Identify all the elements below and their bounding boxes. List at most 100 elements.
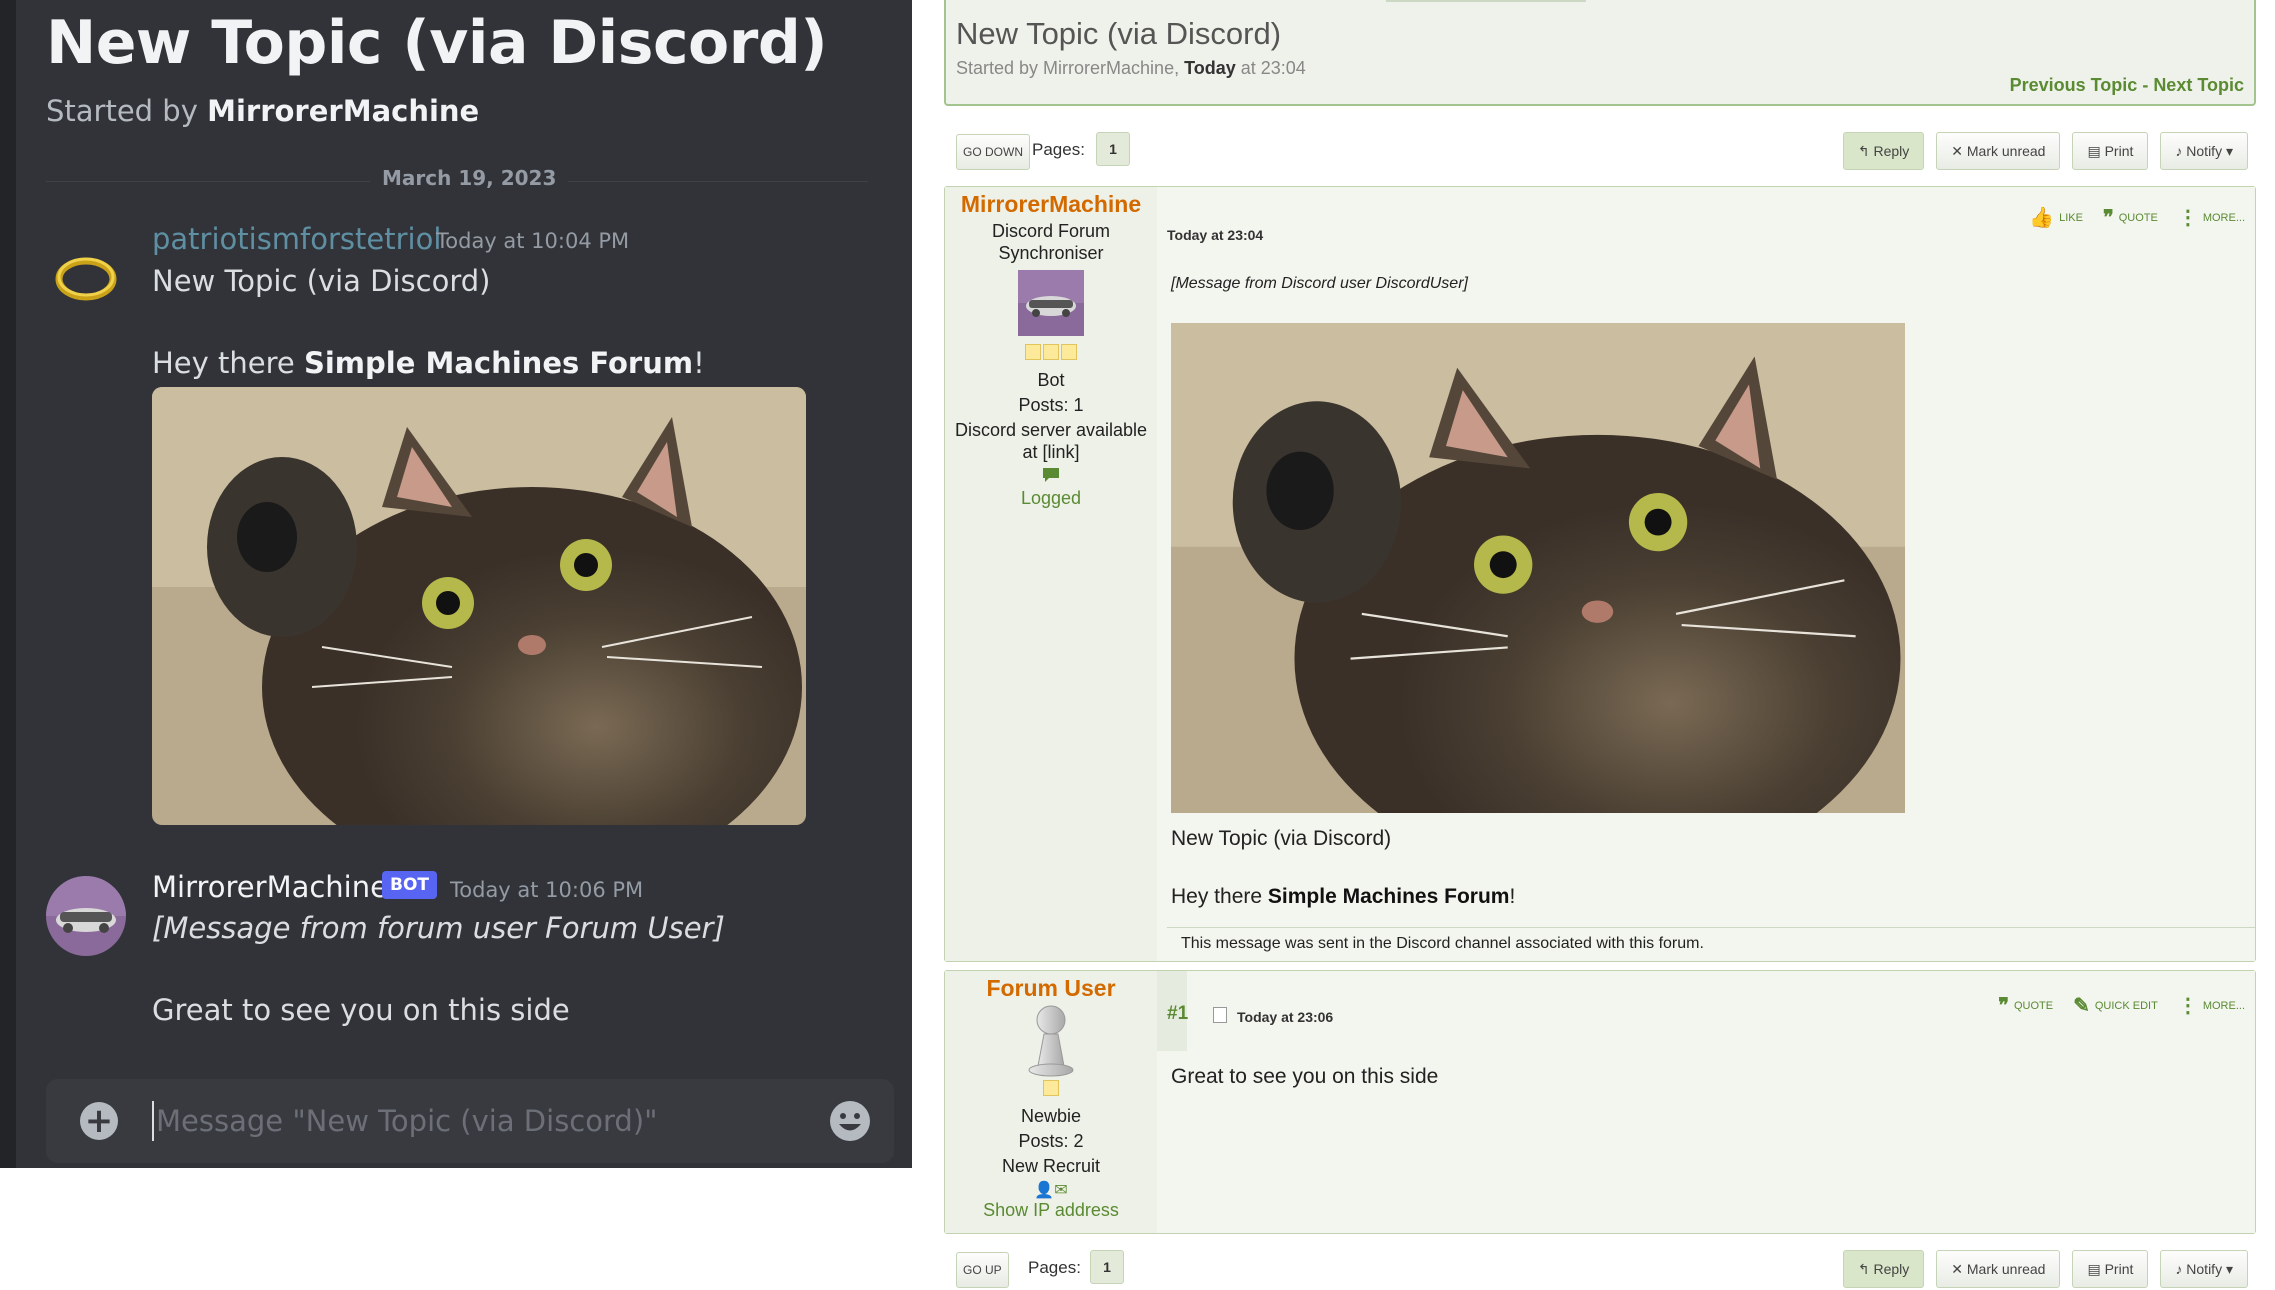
message-timestamp: Today at 10:06 PM bbox=[450, 878, 644, 902]
member-avatar[interactable] bbox=[1018, 270, 1084, 336]
notify-label: Notify bbox=[2186, 143, 2223, 159]
bot-avatar[interactable] bbox=[46, 876, 126, 956]
user-silhouette-icon bbox=[1028, 1005, 1074, 1077]
post-author-name[interactable]: Forum User bbox=[945, 975, 1157, 1002]
emoji-picker-icon[interactable] bbox=[828, 1099, 872, 1143]
chevron-down-icon: ▾ bbox=[2222, 143, 2233, 159]
post-body-segment: Hey there bbox=[1171, 885, 1268, 908]
topic-navigation: Previous Topic - Next Topic bbox=[2010, 75, 2244, 96]
message-author[interactable]: MirrorerMachine bbox=[152, 870, 388, 904]
machine-avatar-icon bbox=[1018, 270, 1084, 336]
notify-label: Notify bbox=[2186, 1261, 2223, 1277]
rank-stars bbox=[945, 1080, 1157, 1101]
reply-button[interactable]: ↰ Reply bbox=[1842, 132, 1925, 170]
add-attachment-icon[interactable]: + bbox=[80, 1102, 118, 1140]
post-timestamp: Today at 23:06 bbox=[1237, 1009, 1334, 1025]
topic-title: New Topic (via Discord) bbox=[956, 16, 1282, 51]
printer-icon: ▤ bbox=[2087, 143, 2105, 159]
thread-title: New Topic (via Discord) bbox=[46, 8, 828, 78]
notify-button[interactable]: ♪ Notify ▾ bbox=[2160, 132, 2248, 170]
member-rank: New Recruit bbox=[1001, 1156, 1101, 1176]
message-text-line: Hey there Simple Machines Forum! bbox=[152, 346, 705, 380]
reply-button[interactable]: ↰ Reply bbox=[1842, 1250, 1925, 1288]
like-button[interactable]: 👍 LIKE bbox=[2029, 205, 2083, 230]
pm-icon[interactable] bbox=[945, 467, 1157, 488]
message-composer: + bbox=[46, 1079, 894, 1163]
notify-button[interactable]: ♪ Notify ▾ bbox=[2160, 1250, 2248, 1288]
more-button[interactable]: ⋮ MORE... bbox=[2178, 205, 2245, 230]
next-topic-link[interactable]: Next Topic bbox=[2153, 75, 2244, 95]
previous-topic-link[interactable]: Previous Topic bbox=[2010, 75, 2138, 95]
cat-image-attachment[interactable] bbox=[152, 387, 806, 825]
message-timestamp: Today at 10:04 PM bbox=[436, 229, 630, 253]
email-icon[interactable]: ✉ bbox=[1054, 1182, 1067, 1199]
more-button[interactable]: ⋮ MORE... bbox=[2178, 993, 2245, 1018]
message-text-line: New Topic (via Discord) bbox=[152, 264, 491, 298]
mark-unread-button[interactable]: ✕ Mark unread bbox=[1936, 1250, 2061, 1288]
quote-label: QUOTE bbox=[2013, 999, 2054, 1012]
go-down-button[interactable]: GO DOWN bbox=[956, 134, 1030, 170]
message-author[interactable]: patriotismforstetriol bbox=[152, 222, 441, 256]
mark-unread-button[interactable]: ✕ Mark unread bbox=[1936, 132, 2061, 170]
member-post-count: Posts: 2 bbox=[1018, 1131, 1084, 1151]
go-up-button[interactable]: GO UP bbox=[956, 1252, 1009, 1288]
cat-photo bbox=[152, 387, 806, 825]
pagination-bar-bottom: GO UP Pages: 1 ↰ Reply ✕ Mark unread ▤ P… bbox=[944, 1250, 2256, 1290]
print-label: Print bbox=[2104, 1261, 2134, 1277]
started-by-day: Today bbox=[1184, 58, 1236, 78]
pages-label: Pages: bbox=[1028, 1258, 1081, 1277]
profile-icon[interactable]: 👤 bbox=[1034, 1182, 1054, 1199]
edit-icon: ✎ bbox=[2073, 995, 2090, 1017]
quote-button[interactable]: ❞ QUOTE bbox=[2103, 205, 2158, 230]
rank-stars bbox=[945, 344, 1157, 365]
print-button[interactable]: ▤ Print bbox=[2072, 1250, 2149, 1288]
pagination-bar-top: GO DOWN Pages: 1 ↰ Reply ✕ Mark unread ▤… bbox=[944, 132, 2256, 172]
user-avatar[interactable] bbox=[46, 236, 126, 316]
discord-window: New Topic (via Discord) Started by Mirro… bbox=[0, 0, 912, 1168]
header-tab-line bbox=[1386, 0, 1586, 2]
post-body-segment: ! bbox=[1509, 885, 1516, 908]
post-tools: ❞ QUOTE ✎ QUICK EDIT ⋮ MORE... bbox=[1998, 993, 2245, 1018]
signature-divider bbox=[1167, 927, 2255, 928]
post-counter[interactable]: #1 bbox=[1167, 1003, 1188, 1025]
topic-started-by: Started by MirrorerMachine, Today at 23:… bbox=[956, 58, 1306, 79]
started-by-user[interactable]: MirrorerMachine bbox=[207, 94, 479, 128]
message-input[interactable] bbox=[156, 1100, 796, 1142]
date-divider-label: March 19, 2023 bbox=[370, 166, 569, 190]
more-icon: ⋮ bbox=[2177, 995, 2198, 1017]
member-title: Discord Forum bbox=[991, 221, 1111, 241]
member-signature: Discord server available bbox=[954, 420, 1148, 440]
pages-label: Pages: bbox=[1032, 140, 1085, 159]
post-author-name[interactable]: MirrorerMachine bbox=[945, 191, 1157, 218]
star-icon bbox=[1025, 344, 1041, 360]
page-number-button[interactable]: 1 bbox=[1090, 1250, 1124, 1284]
print-label: Print bbox=[2104, 143, 2134, 159]
quick-edit-label: QUICK EDIT bbox=[2094, 999, 2158, 1012]
close-icon: ✕ bbox=[1951, 143, 1967, 159]
reply-label: Reply bbox=[1873, 1261, 1910, 1277]
poster-info: Forum User Newbie Posts: 2 New Recruit 👤… bbox=[945, 971, 1157, 1233]
page-number-button[interactable]: 1 bbox=[1096, 132, 1130, 166]
quote-button[interactable]: ❞ QUOTE bbox=[1998, 993, 2053, 1018]
reply-icon: ↰ bbox=[1857, 143, 1874, 159]
quick-edit-button[interactable]: ✎ QUICK EDIT bbox=[2073, 993, 2158, 1018]
default-avatar[interactable] bbox=[1024, 1004, 1078, 1080]
document-icon bbox=[1213, 1007, 1227, 1023]
show-ip-link[interactable]: Show IP address bbox=[945, 1200, 1157, 1221]
nav-separator: - bbox=[2137, 75, 2154, 95]
started-by-label: Started by bbox=[46, 94, 208, 128]
thumbs-up-icon: 👍 bbox=[2029, 207, 2055, 229]
quote-icon: ❞ bbox=[2102, 207, 2114, 229]
post-source-note: [Message from Discord user DiscordUser] bbox=[1171, 275, 1468, 292]
forum-post: MirrorerMachine Discord Forum Synchronis… bbox=[944, 186, 2256, 962]
reply-icon: ↰ bbox=[1857, 1261, 1874, 1277]
post-content: Today at 23:04 👍 LIKE ❞ QUOTE ⋮ MORE... [Me… bbox=[1157, 187, 2255, 961]
more-icon: ⋮ bbox=[2177, 207, 2198, 229]
message-text-line: Great to see you on this side bbox=[152, 993, 570, 1027]
bot-badge: BOT bbox=[382, 871, 438, 899]
forum-post: Forum User Newbie Posts: 2 New Recruit 👤… bbox=[944, 970, 2256, 1234]
print-button[interactable]: ▤ Print bbox=[2072, 132, 2149, 170]
cat-image[interactable] bbox=[1171, 323, 1905, 813]
member-post-count: Posts: 1 bbox=[1018, 395, 1084, 415]
topic-actions: ↰ Reply ✕ Mark unread ▤ Print ♪ Notify ▾ bbox=[1842, 1250, 2248, 1288]
